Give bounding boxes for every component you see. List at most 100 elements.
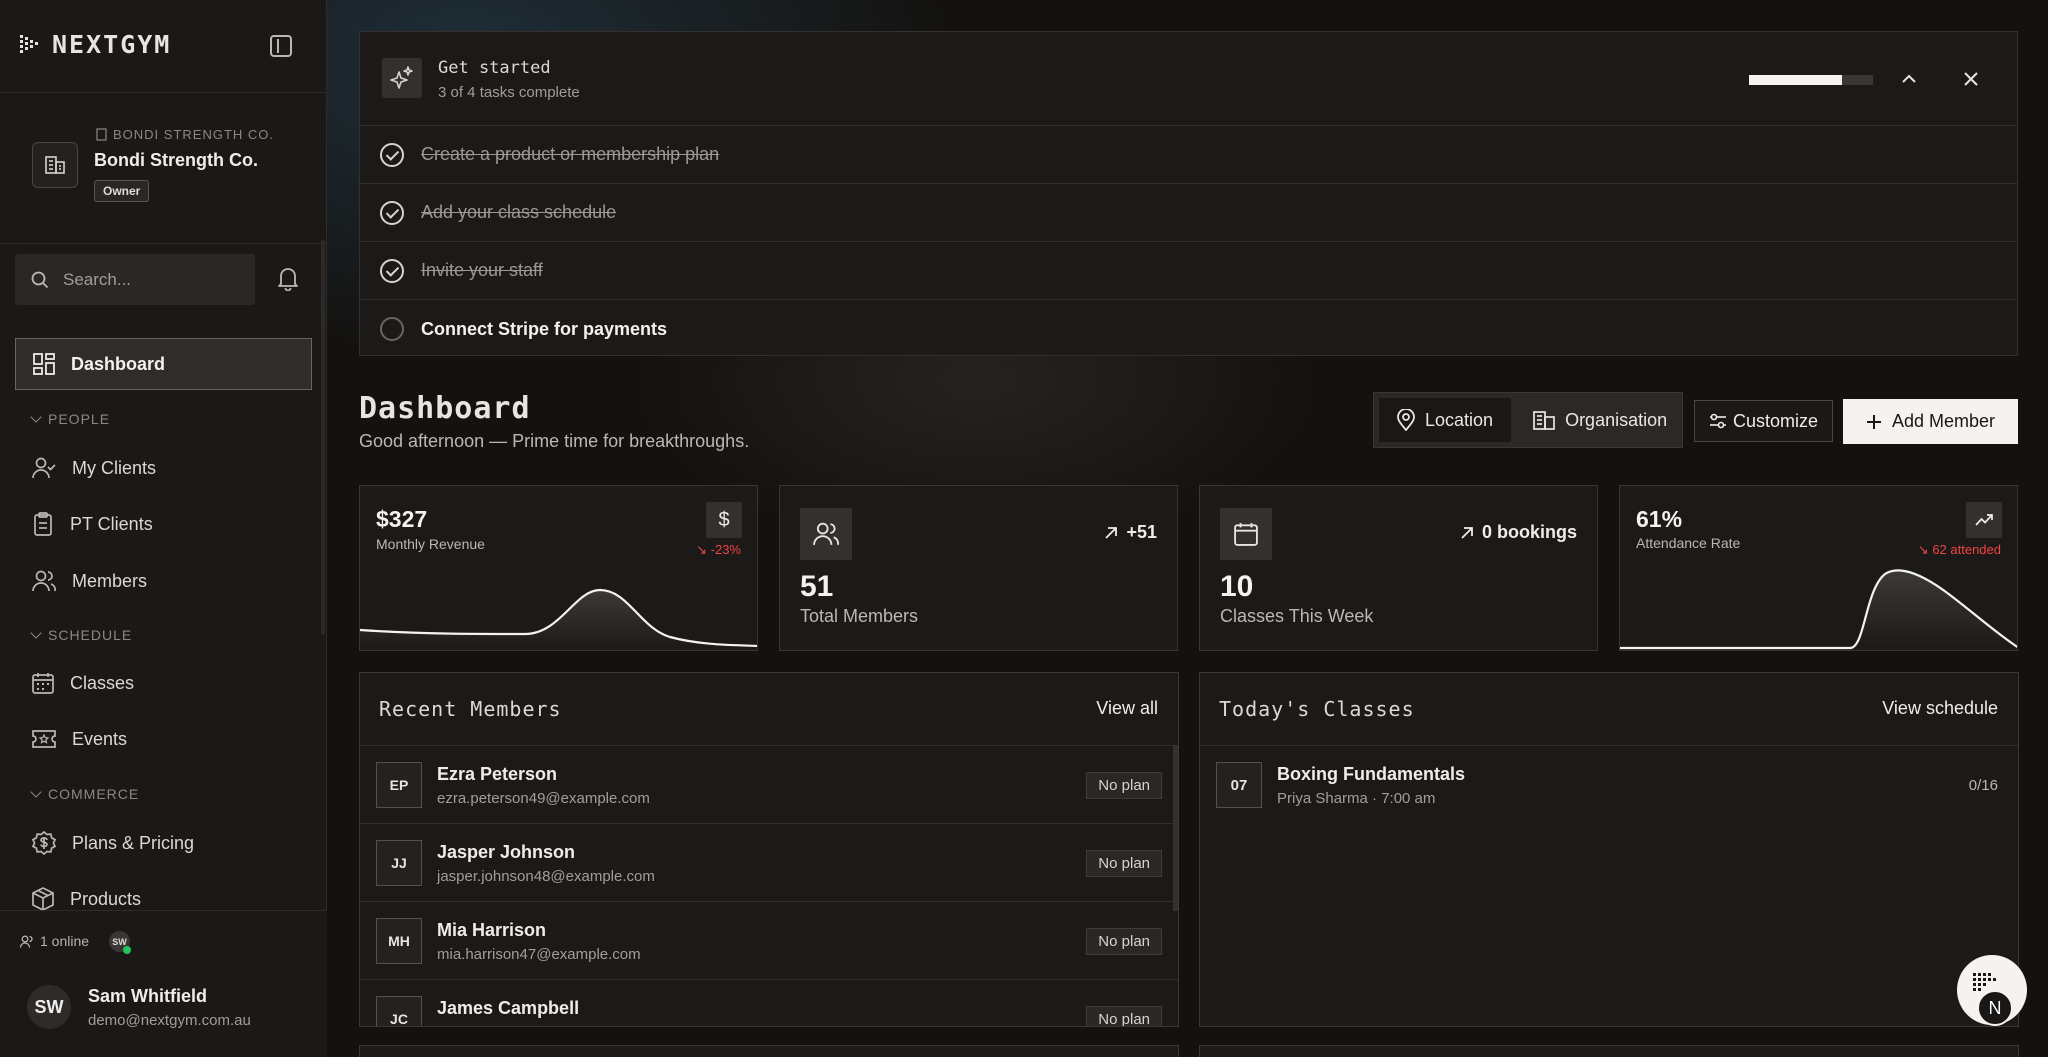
calendar-icon xyxy=(1220,508,1272,560)
task-item[interactable]: Add your class schedule xyxy=(360,184,2017,242)
scope-toggle: Location Organisation xyxy=(1373,392,1683,448)
search-icon xyxy=(31,271,49,288)
scope-organisation-label: Organisation xyxy=(1565,409,1668,430)
sidebar-scrollbar[interactable] xyxy=(321,240,325,635)
next-card-edge xyxy=(359,1045,1179,1057)
table-row[interactable]: JJ Jasper Johnson jasper.johnson48@examp… xyxy=(360,824,1178,902)
todays-classes-header: Today's Classes View schedule xyxy=(1200,673,2018,746)
sidebar-item-events[interactable]: Events xyxy=(15,713,312,765)
table-row[interactable]: EP Ezra Peterson ezra.peterson49@example… xyxy=(360,746,1178,824)
section-commerce[interactable]: COMMERCE xyxy=(30,786,139,802)
task-item[interactable]: Connect Stripe for payments xyxy=(360,300,2017,358)
list-item[interactable]: 07 Boxing Fundamentals Priya Sharma · 7:… xyxy=(1200,746,2018,826)
stat-card-revenue[interactable]: $327 Monthly Revenue $ ↘ -23% xyxy=(359,485,758,651)
get-started-panel: Get started 3 of 4 tasks complete Create… xyxy=(359,31,2018,356)
member-avatar: MH xyxy=(376,918,422,964)
close-icon[interactable] xyxy=(1960,68,1982,90)
dollar-icon: $ xyxy=(706,502,742,538)
logo-text: NEXTGYM xyxy=(52,30,172,59)
task-label: Add your class schedule xyxy=(421,202,617,222)
add-member-label: Add Member xyxy=(1891,411,1996,431)
logo-icon xyxy=(20,34,38,53)
card-title: Today's Classes xyxy=(1219,697,1415,721)
building-small-icon xyxy=(96,128,107,141)
stat-value: 51 xyxy=(800,570,834,603)
task-item[interactable]: Invite your staff xyxy=(360,242,2017,300)
task-item[interactable]: Create a product or membership plan xyxy=(360,126,2017,184)
sidebar-item-my-clients[interactable]: My Clients xyxy=(15,442,312,494)
plan-badge: No plan xyxy=(1086,928,1162,955)
sparkles-icon xyxy=(382,58,422,98)
table-row[interactable]: MH Mia Harrison mia.harrison47@example.c… xyxy=(360,902,1178,980)
view-schedule-link[interactable]: View schedule xyxy=(1882,698,1998,719)
stat-value: 10 xyxy=(1220,570,1254,603)
stat-value: $327 xyxy=(376,506,428,532)
scope-location-button[interactable]: Location xyxy=(1379,398,1512,442)
user-name[interactable]: Sam Whitfield xyxy=(88,986,207,1007)
table-row[interactable]: JC James Campbell No plan xyxy=(360,980,1178,1026)
progress-fill xyxy=(1749,75,1842,85)
role-badge: Owner xyxy=(94,180,150,202)
stat-label: Classes This Week xyxy=(1220,606,1374,626)
recent-members-card: Recent Members View all EP Ezra Peterson… xyxy=(359,672,1179,1027)
sidebar-item-label: My Clients xyxy=(72,457,157,478)
check-circle-icon xyxy=(380,201,404,225)
sidebar-item-pt-clients[interactable]: PT Clients xyxy=(15,498,312,550)
task-label: Create a product or membership plan xyxy=(421,144,720,164)
add-member-button[interactable]: Add Member xyxy=(1843,399,2018,444)
section-people[interactable]: PEOPLE xyxy=(30,411,110,427)
sidebar-item-classes[interactable]: Classes xyxy=(15,657,312,709)
sidebar-item-label: PT Clients xyxy=(70,513,153,534)
stat-card-attendance[interactable]: 61% Attendance Rate ↘ 62 attended xyxy=(1619,485,2018,651)
ticket-icon xyxy=(32,730,56,748)
org-label: BONDI STRENGTH CO. xyxy=(96,127,274,142)
sidebar-item-dashboard[interactable]: Dashboard xyxy=(15,338,312,390)
sidebar-footer: 1 online SW SW Sam Whitfield demo@nextgy… xyxy=(0,910,327,1057)
arrow-up-right-icon xyxy=(1105,526,1118,539)
sidebar-item-members[interactable]: Members xyxy=(15,555,312,607)
member-avatar: JC xyxy=(376,996,422,1026)
sidebar-item-label: Dashboard xyxy=(71,353,166,374)
task-list: Create a product or membership plan Add … xyxy=(360,126,2017,358)
stat-label: Attendance Rate xyxy=(1636,535,1741,551)
class-day-badge: 07 xyxy=(1216,762,1262,808)
chevron-up-icon[interactable] xyxy=(1900,70,1918,88)
sidebar-item-label: Events xyxy=(72,728,128,749)
member-email: ezra.peterson49@example.com xyxy=(437,790,650,807)
map-pin-icon xyxy=(1397,409,1415,431)
notifications-bell-icon[interactable] xyxy=(276,265,300,291)
search-placeholder: Search... xyxy=(63,269,132,289)
member-email: mia.harrison47@example.com xyxy=(437,946,641,963)
users-icon xyxy=(32,570,56,592)
check-circle-icon xyxy=(380,143,404,167)
customize-button[interactable]: Customize xyxy=(1694,400,1833,442)
search-input[interactable]: Search... xyxy=(15,254,255,305)
stat-card-classes[interactable]: 0 bookings 10 Classes This Week xyxy=(1199,485,1598,651)
online-status-dot xyxy=(123,946,131,954)
sidebar-item-label: Products xyxy=(70,888,142,909)
sidebar: NEXTGYM BONDI STRENGTH CO. Bondi Strengt… xyxy=(0,0,327,1057)
assistant-avatar[interactable]: N xyxy=(1977,990,2013,1026)
scope-organisation-button[interactable]: Organisation xyxy=(1515,398,1685,442)
members-scrollbar[interactable] xyxy=(1173,746,1178,911)
dollar-badge-icon xyxy=(32,831,56,855)
users-icon xyxy=(800,508,852,560)
task-label: Invite your staff xyxy=(421,260,543,280)
get-started-title: Get started xyxy=(438,58,551,78)
get-started-header: Get started 3 of 4 tasks complete xyxy=(360,32,2017,126)
logo[interactable]: NEXTGYM xyxy=(20,30,171,59)
class-name: Boxing Fundamentals xyxy=(1277,764,1466,784)
scope-location-label: Location xyxy=(1425,409,1494,430)
sidebar-item-plans-pricing[interactable]: Plans & Pricing xyxy=(15,817,312,869)
user-avatar[interactable]: SW xyxy=(27,985,71,1029)
arrow-up-right-icon xyxy=(1461,526,1473,539)
stat-card-members[interactable]: +51 51 Total Members xyxy=(779,485,1178,651)
section-schedule[interactable]: SCHEDULE xyxy=(30,627,132,643)
customize-label: Customize xyxy=(1732,410,1819,431)
recent-members-header: Recent Members View all xyxy=(360,673,1178,746)
collapse-sidebar-icon[interactable] xyxy=(270,35,292,57)
card-title: Recent Members xyxy=(379,697,562,721)
view-all-link[interactable]: View all xyxy=(1096,698,1158,719)
plan-badge: No plan xyxy=(1086,1006,1162,1026)
online-count: 1 online xyxy=(20,933,89,949)
